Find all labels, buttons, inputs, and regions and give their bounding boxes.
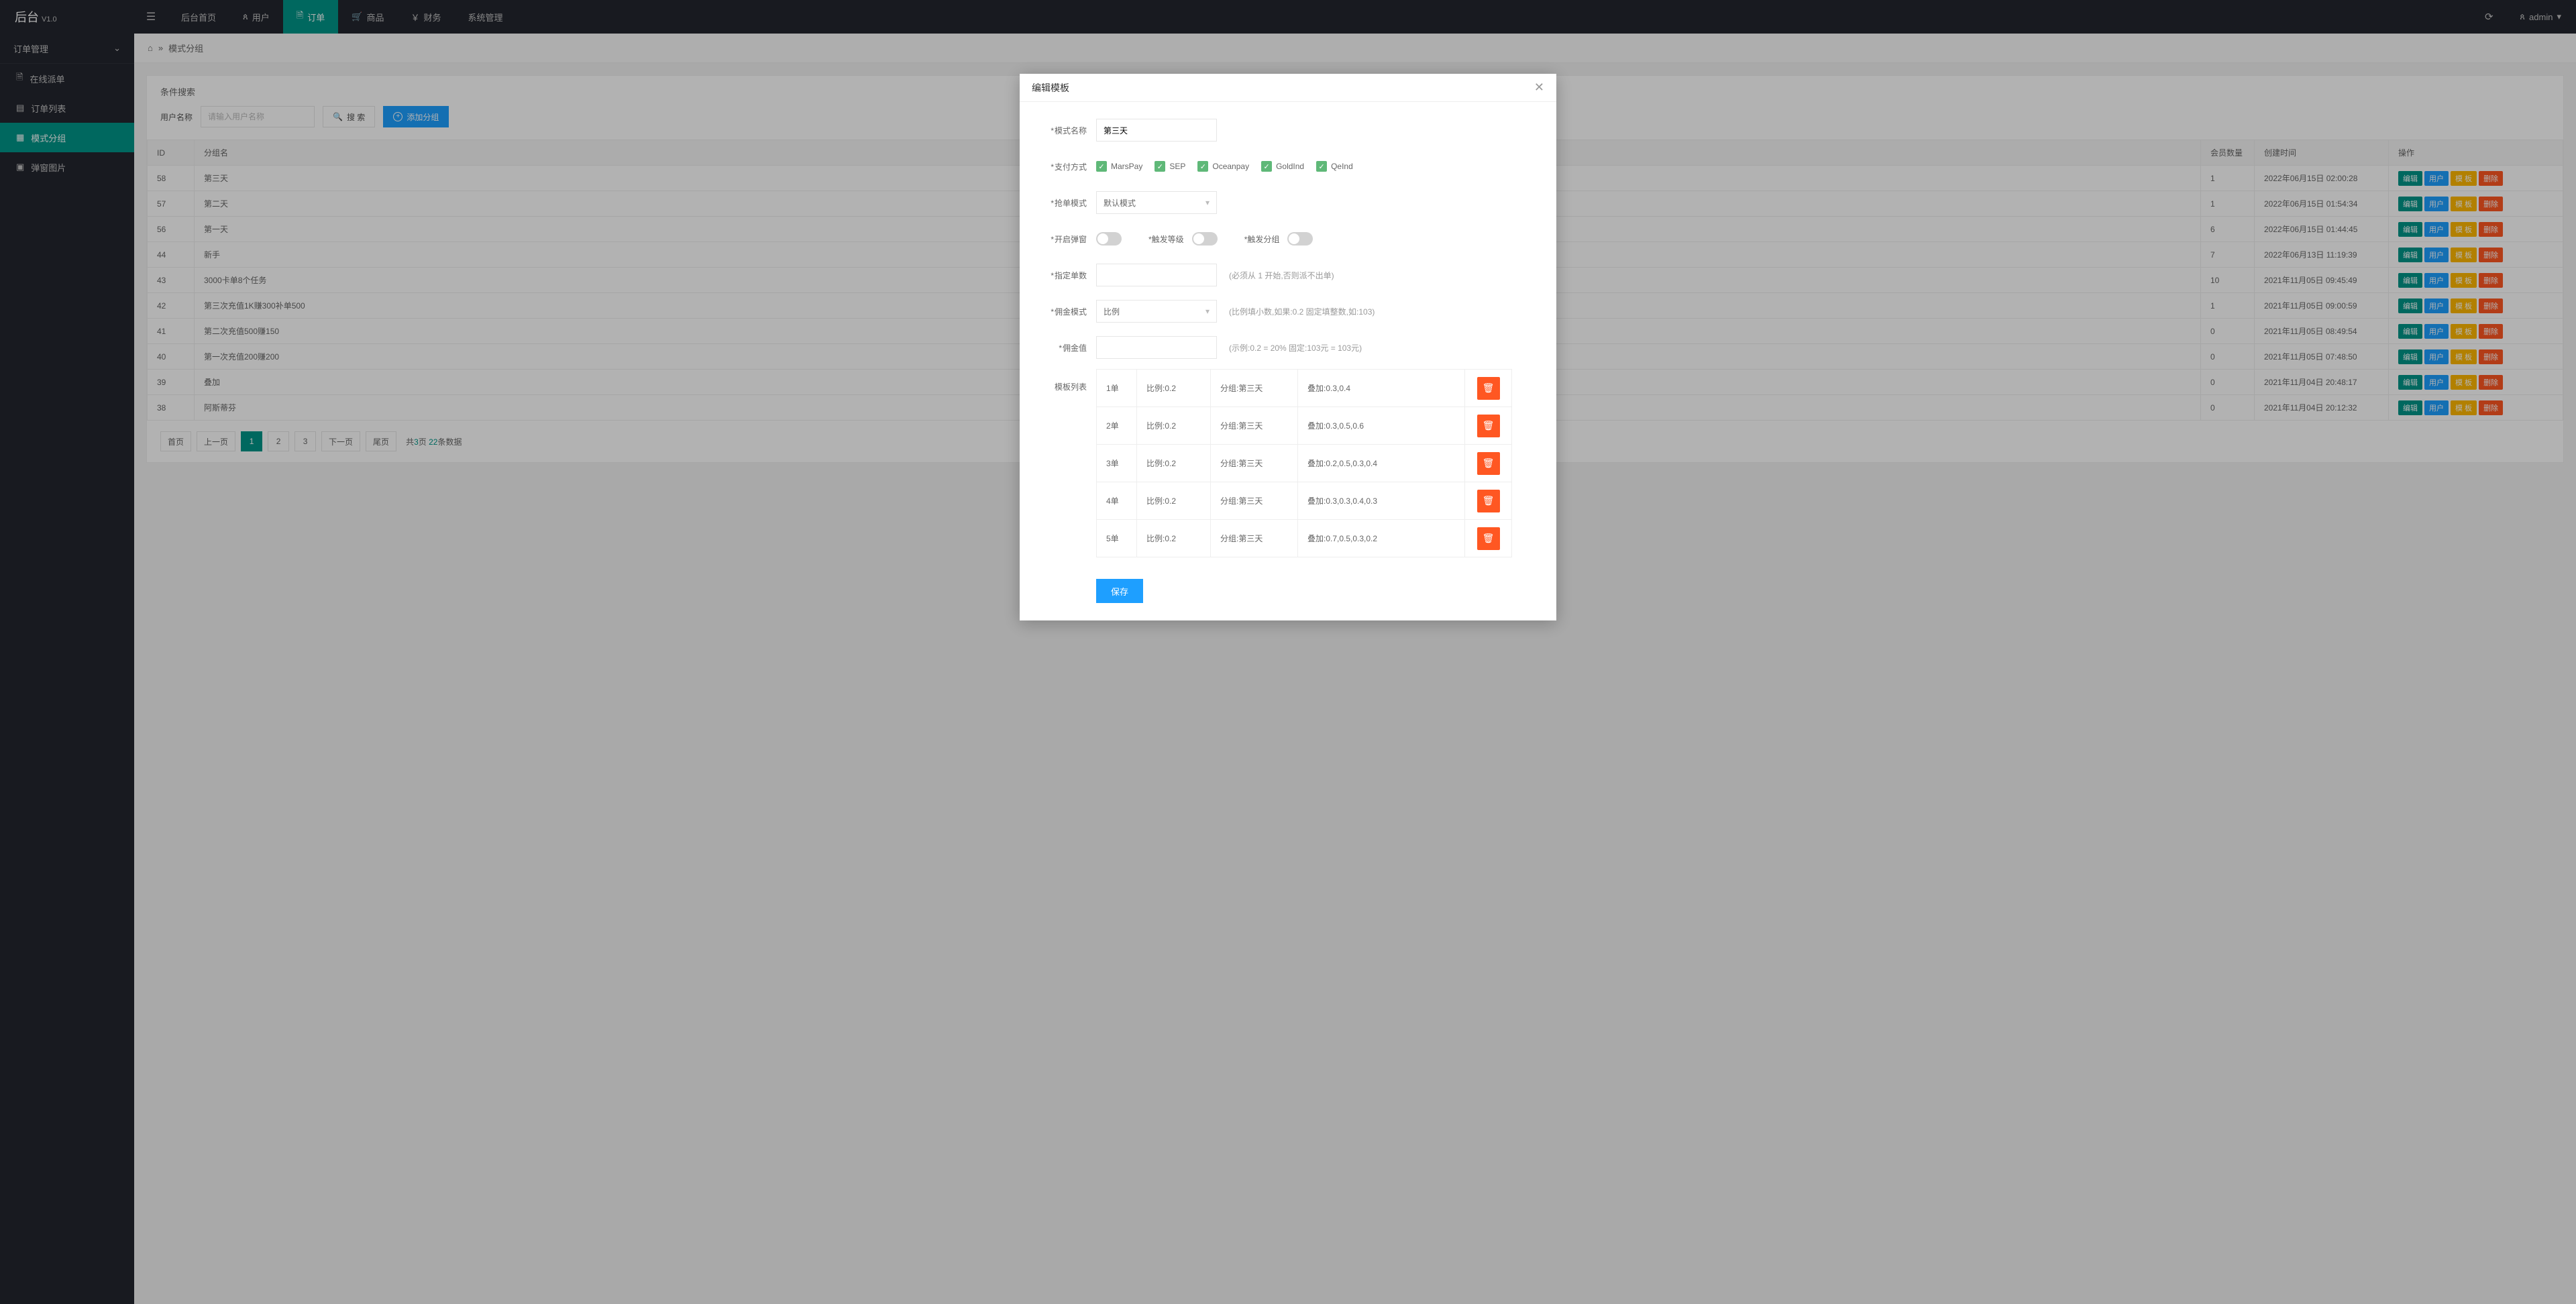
- pay-option[interactable]: ✓QeInd: [1316, 161, 1353, 172]
- label-order-no: 指定单数: [1037, 270, 1096, 281]
- label-pay: 支付方式: [1037, 161, 1096, 172]
- trash-icon: 🗑: [1483, 495, 1495, 506]
- template-row-delete-button[interactable]: 🗑: [1477, 377, 1500, 400]
- template-row: 2单比例:0.2分组:第三天叠加:0.3,0.5,0.6🗑: [1097, 407, 1512, 445]
- template-row: 5单比例:0.2分组:第三天叠加:0.7,0.5,0.3,0.2🗑: [1097, 520, 1512, 557]
- save-button[interactable]: 保存: [1096, 579, 1143, 603]
- chevron-down-icon: ▾: [1205, 307, 1210, 316]
- input-mode-name[interactable]: [1096, 119, 1217, 142]
- checkbox-checked-icon: ✓: [1096, 161, 1107, 172]
- chevron-down-icon: ▾: [1205, 198, 1210, 207]
- trash-icon: 🗑: [1483, 457, 1495, 469]
- input-commission-value[interactable]: [1096, 336, 1217, 359]
- hint-commission-value: (示例:0.2 = 20% 固定:103元 = 103元): [1229, 342, 1362, 354]
- hint-commission-mode: (比例填小数,如果:0.2 固定填整数,如:103): [1229, 306, 1375, 317]
- checkbox-checked-icon: ✓: [1316, 161, 1327, 172]
- template-row-delete-button[interactable]: 🗑: [1477, 452, 1500, 475]
- pay-option[interactable]: ✓Oceanpay: [1197, 161, 1249, 172]
- label-trigger-group: 触发分组: [1244, 233, 1280, 245]
- select-grab-mode[interactable]: 默认模式 ▾: [1096, 191, 1217, 214]
- trash-icon: 🗑: [1483, 533, 1495, 544]
- label-commission-mode: 佣金模式: [1037, 306, 1096, 317]
- dialog-close-icon[interactable]: ✕: [1534, 80, 1544, 95]
- input-order-no[interactable]: [1096, 264, 1217, 286]
- label-trigger-level: 触发等级: [1148, 233, 1184, 245]
- checkbox-checked-icon: ✓: [1197, 161, 1208, 172]
- template-row-delete-button[interactable]: 🗑: [1477, 415, 1500, 437]
- dialog-header: 编辑模板 ✕: [1020, 74, 1556, 102]
- select-commission-mode[interactable]: 比例 ▾: [1096, 300, 1217, 323]
- label-mode: 抢单模式: [1037, 197, 1096, 209]
- switch-popup[interactable]: [1096, 232, 1122, 246]
- trash-icon: 🗑: [1483, 382, 1495, 394]
- template-row: 4单比例:0.2分组:第三天叠加:0.3,0.3,0.4,0.3🗑: [1097, 482, 1512, 520]
- modal-mask[interactable]: 编辑模板 ✕ 模式名称 支付方式 ✓MarsPay ✓SEP ✓Oceanpay ✓G…: [0, 0, 2576, 1304]
- label-mode-name: 模式名称: [1037, 125, 1096, 136]
- label-commission-value: 佣金值: [1037, 342, 1096, 354]
- trash-icon: 🗑: [1483, 420, 1495, 431]
- label-popup: 开启弹窗: [1037, 233, 1096, 245]
- edit-template-dialog: 编辑模板 ✕ 模式名称 支付方式 ✓MarsPay ✓SEP ✓Oceanpay ✓G…: [1020, 74, 1556, 620]
- dialog-title: 编辑模板: [1032, 81, 1069, 95]
- checkbox-checked-icon: ✓: [1261, 161, 1272, 172]
- template-row: 3单比例:0.2分组:第三天叠加:0.2,0.5,0.3,0.4🗑: [1097, 445, 1512, 482]
- pay-option[interactable]: ✓GoldInd: [1261, 161, 1304, 172]
- template-row: 1单比例:0.2分组:第三天叠加:0.3,0.4🗑: [1097, 370, 1512, 407]
- switch-trigger-level[interactable]: [1192, 232, 1218, 246]
- template-row-delete-button[interactable]: 🗑: [1477, 490, 1500, 512]
- checkbox-checked-icon: ✓: [1155, 161, 1165, 172]
- hint-order-no: (必须从 1 开始,否则派不出单): [1229, 270, 1334, 281]
- pay-option[interactable]: ✓MarsPay: [1096, 161, 1142, 172]
- pay-option[interactable]: ✓SEP: [1155, 161, 1185, 172]
- template-list-table: 1单比例:0.2分组:第三天叠加:0.3,0.4🗑2单比例:0.2分组:第三天叠…: [1096, 369, 1512, 557]
- label-tpl-list: 模板列表: [1037, 369, 1096, 392]
- switch-trigger-group[interactable]: [1287, 232, 1313, 246]
- template-row-delete-button[interactable]: 🗑: [1477, 527, 1500, 550]
